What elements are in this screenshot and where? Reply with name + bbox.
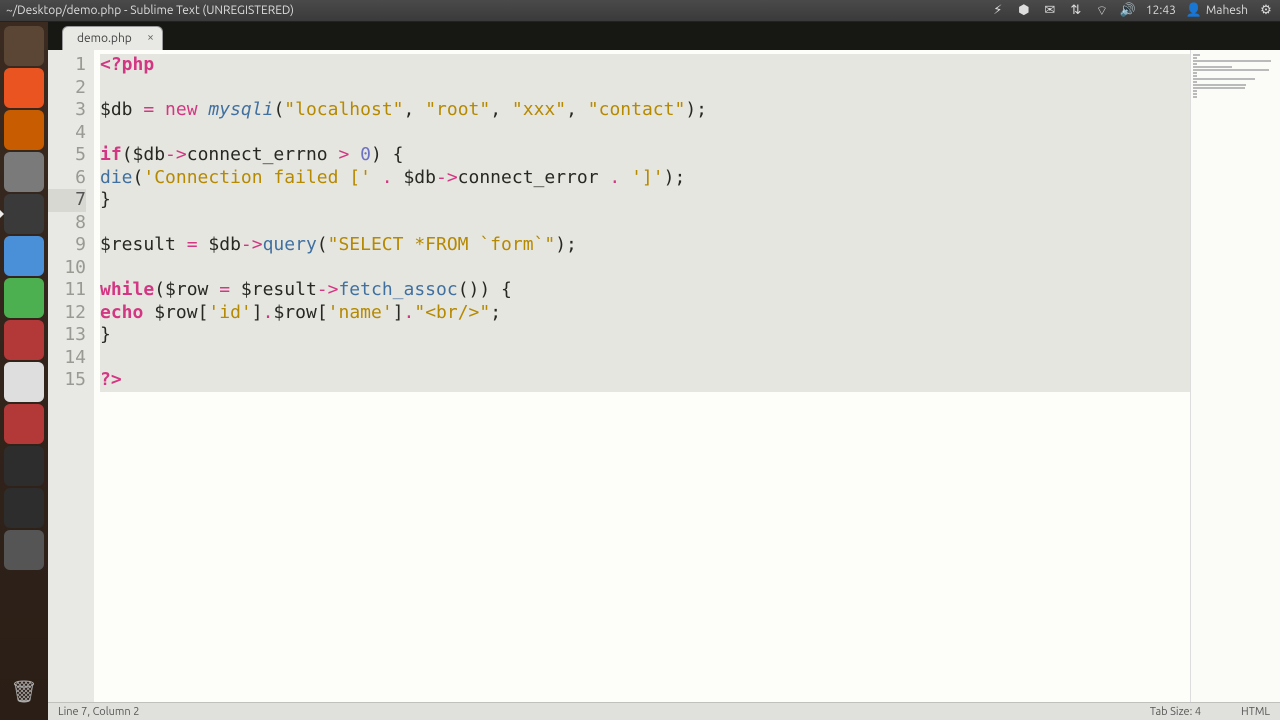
sublime-window: demo.php × 123456789101112131415 <?php $…: [48, 22, 1280, 720]
system-tray: ⚡ ⬢ ✉ ⇅ ⌔ 🔊 12:43 👤 Mahesh ⚙: [990, 3, 1274, 19]
code-line[interactable]: [100, 212, 1190, 235]
minimap[interactable]: [1190, 50, 1280, 702]
code-line[interactable]: [100, 77, 1190, 100]
launcher-xchat[interactable]: [4, 488, 44, 528]
status-language[interactable]: HTML: [1241, 706, 1270, 718]
username: Mahesh: [1206, 4, 1248, 17]
launcher-writer[interactable]: [4, 362, 44, 402]
launcher-nautilus[interactable]: [4, 68, 44, 108]
code-line[interactable]: ?>: [100, 369, 1190, 392]
code-line[interactable]: die('Connection failed [' . $db->connect…: [100, 167, 1190, 190]
window-title: ~/Desktop/demo.php - Sublime Text (UNREG…: [6, 4, 294, 17]
launcher-firefox[interactable]: [4, 110, 44, 150]
launcher-libreoffice[interactable]: [4, 278, 44, 318]
code-line[interactable]: <?php: [100, 54, 1190, 77]
close-icon[interactable]: ×: [147, 31, 154, 44]
line-number: 11: [48, 279, 86, 302]
trash-icon[interactable]: 🗑: [4, 672, 44, 712]
code-line[interactable]: $db = new mysqli("localhost", "root", "x…: [100, 99, 1190, 122]
code-area[interactable]: <?php $db = new mysqli("localhost", "roo…: [94, 50, 1190, 702]
line-number: 1: [48, 54, 86, 77]
line-number: 2: [48, 77, 86, 100]
launcher-workspace[interactable]: [4, 530, 44, 570]
code-line[interactable]: [100, 122, 1190, 145]
system-top-panel: ~/Desktop/demo.php - Sublime Text (UNREG…: [0, 0, 1280, 22]
launcher-sublime[interactable]: [4, 194, 44, 234]
unity-launcher: 🗑: [0, 22, 48, 720]
line-number: 9: [48, 234, 86, 257]
launcher-dash[interactable]: [4, 26, 44, 66]
line-number: 14: [48, 347, 86, 370]
user-menu[interactable]: 👤 Mahesh: [1186, 3, 1248, 19]
line-number: 12: [48, 302, 86, 325]
code-line[interactable]: while($row = $result->fetch_assoc()) {: [100, 279, 1190, 302]
network-icon[interactable]: ⇅: [1068, 3, 1084, 19]
clock[interactable]: 12:43: [1146, 4, 1176, 17]
line-number: 10: [48, 257, 86, 280]
line-number: 7: [48, 189, 86, 212]
launcher-terminal[interactable]: [4, 446, 44, 486]
session-icon[interactable]: ⚙: [1258, 3, 1274, 19]
status-cursor[interactable]: Line 7, Column 2: [58, 706, 139, 718]
line-number: 3: [48, 99, 86, 122]
volume-icon[interactable]: 🔊: [1120, 3, 1136, 19]
code-line[interactable]: [100, 347, 1190, 370]
mail-icon[interactable]: ✉: [1042, 3, 1058, 19]
code-line[interactable]: if($db->connect_errno > 0) {: [100, 144, 1190, 167]
code-line[interactable]: }: [100, 189, 1190, 212]
line-number: 8: [48, 212, 86, 235]
line-number: 5: [48, 144, 86, 167]
tab-label: demo.php: [77, 32, 132, 45]
launcher-gedit[interactable]: [4, 152, 44, 192]
editor[interactable]: 123456789101112131415 <?php $db = new my…: [48, 50, 1280, 702]
user-icon: 👤: [1186, 3, 1202, 19]
launcher-chromium[interactable]: [4, 236, 44, 276]
dropbox-icon[interactable]: ⬢: [1016, 3, 1032, 19]
tab-bar: demo.php ×: [48, 22, 1280, 50]
code-line[interactable]: echo $row['id'].$row['name']."<br/>";: [100, 302, 1190, 325]
line-number: 15: [48, 369, 86, 392]
tab-demo-php[interactable]: demo.php ×: [62, 26, 163, 50]
wifi-icon[interactable]: ⌔: [1094, 3, 1110, 19]
line-number: 13: [48, 324, 86, 347]
code-line[interactable]: }: [100, 324, 1190, 347]
line-number: 6: [48, 167, 86, 190]
launcher-settings[interactable]: [4, 320, 44, 360]
status-tab-size[interactable]: Tab Size: 4: [1150, 706, 1201, 718]
launcher-software[interactable]: [4, 404, 44, 444]
status-bar: Line 7, Column 2 Tab Size: 4 HTML: [48, 702, 1280, 720]
code-line[interactable]: $result = $db->query("SELECT *FROM `form…: [100, 234, 1190, 257]
code-line[interactable]: [100, 257, 1190, 280]
thunderbolt-icon[interactable]: ⚡: [990, 3, 1006, 19]
line-gutter: 123456789101112131415: [48, 50, 94, 702]
line-number: 4: [48, 122, 86, 145]
